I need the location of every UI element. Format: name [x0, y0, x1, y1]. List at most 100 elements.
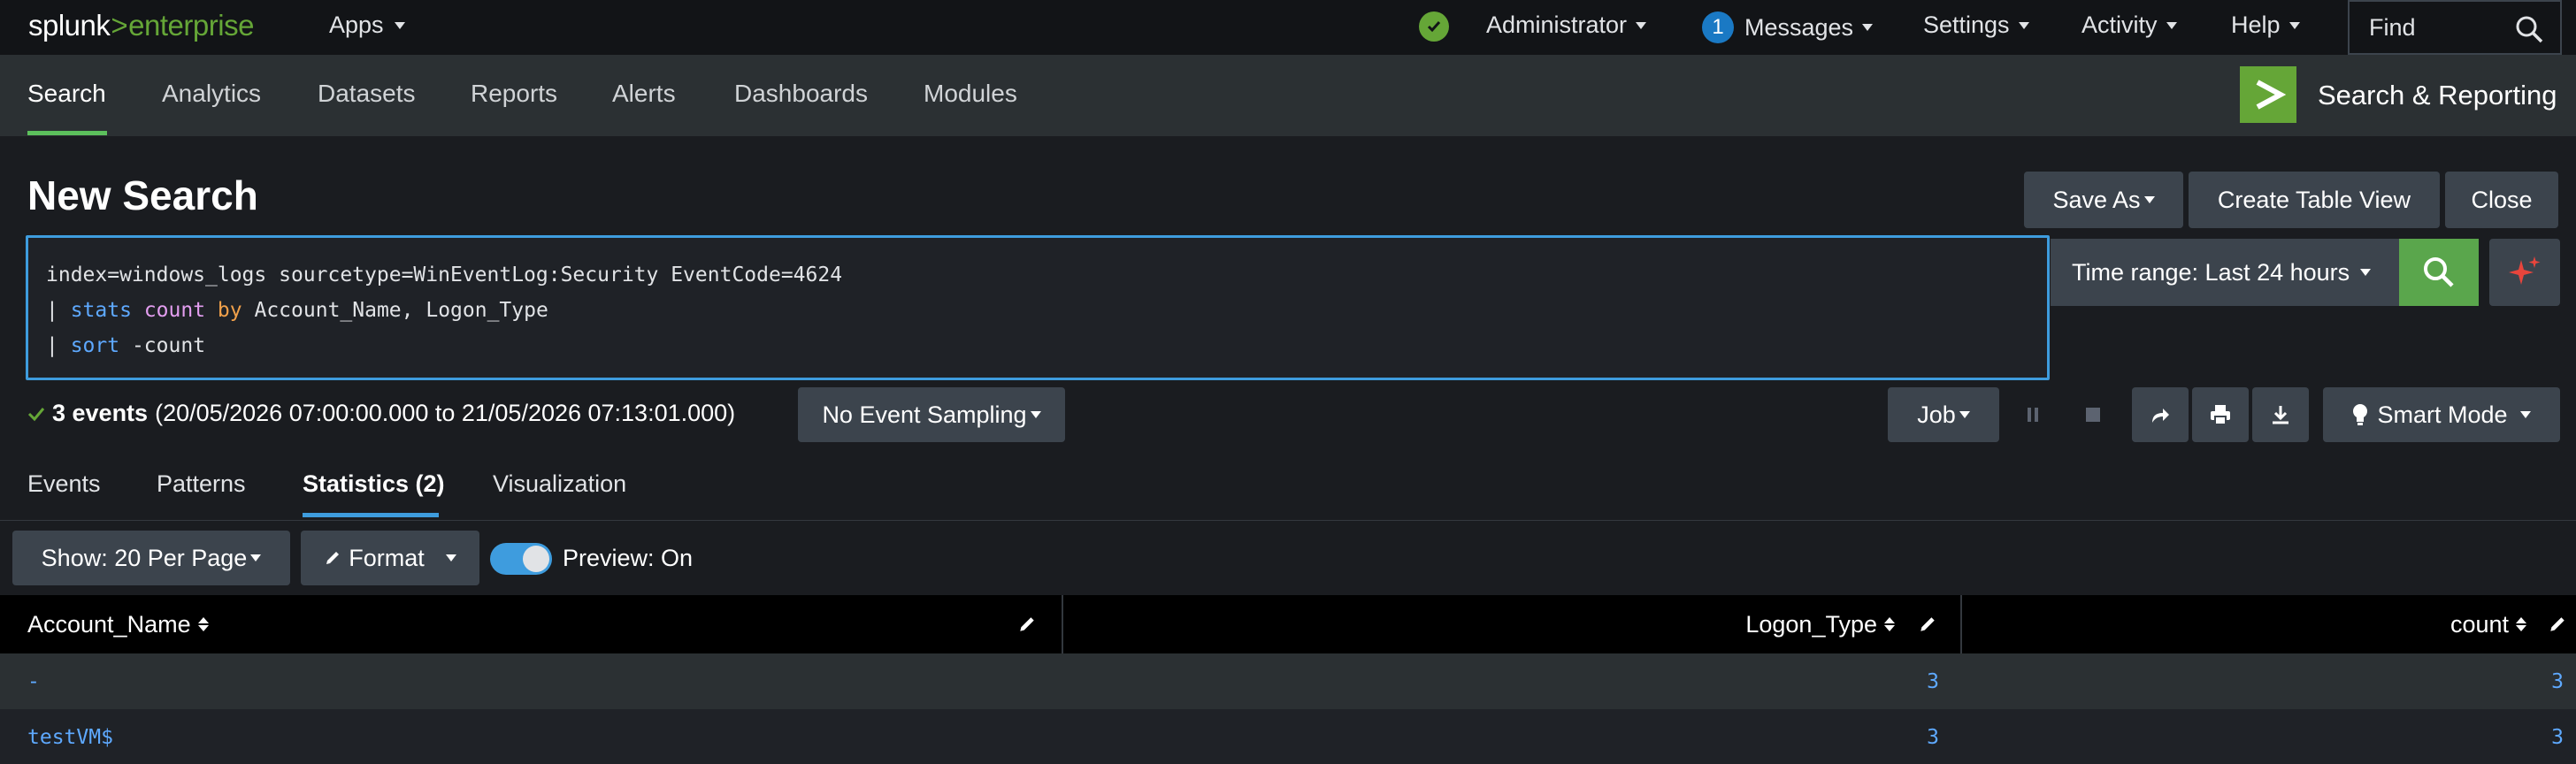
save-as-button[interactable]: Save As: [2024, 172, 2183, 228]
function-keyword: count: [143, 299, 206, 322]
help-menu[interactable]: Help: [2231, 11, 2300, 39]
query-args: -count: [131, 334, 206, 357]
toggle-knob: [523, 546, 549, 572]
format-label: Format: [349, 544, 425, 571]
cell-account-name[interactable]: -: [27, 653, 40, 709]
time-range-label: Time range: Last 24 hours: [2072, 258, 2350, 286]
messages-count-badge: 1: [1702, 11, 1734, 43]
activity-label: Activity: [2082, 11, 2158, 38]
ai-assistant-button[interactable]: [2489, 239, 2560, 306]
query-line-3: | sort -count: [46, 328, 2029, 363]
column-header-account-name[interactable]: Account_Name: [27, 595, 209, 653]
print-icon: [2211, 405, 2230, 425]
stop-button[interactable]: [2065, 387, 2121, 442]
check-circle-icon[interactable]: [1419, 11, 1449, 42]
settings-label: Settings: [1923, 11, 2010, 38]
tab-events[interactable]: Events: [27, 470, 101, 498]
column-label: count: [2450, 610, 2509, 638]
per-page-dropdown[interactable]: Show: 20 Per Page: [12, 531, 290, 585]
cell-account-name[interactable]: testVM$: [27, 709, 113, 764]
table-row: testVM$ 3 3: [0, 709, 2576, 764]
preview-toggle[interactable]: [490, 543, 552, 575]
column-label: Account_Name: [27, 610, 191, 638]
chevron-down-icon: [1030, 411, 1041, 418]
cell-count[interactable]: 3: [2551, 653, 2564, 709]
check-icon: [27, 407, 45, 421]
pencil-icon[interactable]: [2548, 615, 2567, 638]
column-header-logon-type[interactable]: Logon_Type: [1745, 595, 1895, 653]
column-separator[interactable]: [1062, 595, 1063, 653]
chevron-down-icon: [2166, 21, 2177, 29]
pipe: |: [46, 334, 71, 357]
share-button[interactable]: [2132, 387, 2189, 442]
print-button[interactable]: [2192, 387, 2249, 442]
pause-icon: [2028, 408, 2038, 422]
chevron-down-icon: [445, 554, 456, 562]
nav-tab-reports[interactable]: Reports: [471, 80, 557, 108]
time-range-text: (20/05/2026 07:00:00.000 to 21/05/2026 0…: [155, 400, 736, 426]
table-row: - 3 3: [0, 653, 2576, 709]
cell-logon-type[interactable]: 3: [1927, 653, 1939, 709]
search-icon: [2424, 257, 2454, 287]
nav-tab-search[interactable]: Search: [27, 80, 106, 108]
time-range-picker[interactable]: Time range: Last 24 hours: [2051, 239, 2399, 306]
app-title[interactable]: Search & Reporting: [2318, 80, 2557, 111]
nav-tab-analytics[interactable]: Analytics: [162, 80, 261, 108]
column-separator[interactable]: [1960, 595, 1962, 653]
save-as-label: Save As: [2052, 186, 2141, 213]
brand-separator: >: [111, 9, 128, 42]
nav-tab-datasets[interactable]: Datasets: [318, 80, 416, 108]
app-logo-icon[interactable]: [2240, 66, 2296, 123]
pencil-icon[interactable]: [1017, 615, 1037, 638]
sort-icon: [197, 617, 209, 631]
chevron-down-icon: [1862, 24, 1874, 31]
tab-visualization[interactable]: Visualization: [493, 470, 626, 498]
sort-icon: [1884, 617, 1895, 631]
tab-patterns[interactable]: Patterns: [157, 470, 246, 498]
event-sampling-dropdown[interactable]: No Event Sampling: [798, 387, 1065, 442]
app-nav-bar: Search Analytics Datasets Reports Alerts…: [0, 55, 2576, 136]
search-query-editor[interactable]: index=windows_logs sourcetype=WinEventLo…: [26, 235, 2050, 380]
activity-menu[interactable]: Activity: [2082, 11, 2177, 39]
find-placeholder: Find: [2369, 13, 2416, 41]
job-menu[interactable]: Job: [1888, 387, 1999, 442]
export-button[interactable]: [2252, 387, 2309, 442]
close-button[interactable]: Close: [2445, 172, 2558, 228]
query-args: Account_Name, Logon_Type: [254, 299, 548, 322]
user-label: Administrator: [1486, 11, 1628, 38]
nav-tab-modules[interactable]: Modules: [924, 80, 1017, 108]
command-keyword: sort: [70, 334, 120, 357]
by-keyword: by: [217, 299, 242, 322]
tab-statistics[interactable]: Statistics (2): [303, 470, 445, 498]
messages-menu[interactable]: 1 Messages: [1702, 11, 1874, 43]
share-icon: [2152, 409, 2169, 423]
sort-icon: [2516, 617, 2526, 631]
divider: [0, 520, 2576, 521]
format-dropdown[interactable]: Format: [301, 531, 479, 585]
messages-label: Messages: [1744, 13, 1854, 41]
nav-tab-alerts[interactable]: Alerts: [612, 80, 676, 108]
column-label: Logon_Type: [1745, 610, 1877, 638]
run-search-button[interactable]: [2399, 239, 2479, 306]
apps-menu[interactable]: Apps: [329, 11, 405, 39]
splunk-logo[interactable]: splunk > enterprise: [28, 9, 254, 42]
lightbulb-icon: [2353, 404, 2368, 425]
cell-count[interactable]: 3: [2551, 709, 2564, 764]
user-menu[interactable]: Administrator: [1486, 11, 1647, 39]
apps-label: Apps: [329, 11, 384, 38]
pause-button[interactable]: [2005, 387, 2061, 442]
chevron-down-icon: [2143, 196, 2155, 203]
column-header-count[interactable]: count: [2450, 595, 2526, 653]
find-input[interactable]: Find: [2348, 0, 2562, 55]
pencil-icon[interactable]: [1918, 615, 1937, 638]
search-icon[interactable]: [2514, 14, 2544, 50]
settings-menu[interactable]: Settings: [1923, 11, 2029, 39]
brand-product: enterprise: [128, 9, 254, 42]
create-table-view-button[interactable]: Create Table View: [2189, 172, 2440, 228]
search-mode-dropdown[interactable]: Smart Mode: [2323, 387, 2560, 442]
active-tab-indicator: [27, 131, 107, 135]
nav-tab-dashboards[interactable]: Dashboards: [734, 80, 868, 108]
brand-name: splunk: [28, 9, 111, 42]
page-title: New Search: [27, 172, 258, 218]
cell-logon-type[interactable]: 3: [1927, 709, 1939, 764]
